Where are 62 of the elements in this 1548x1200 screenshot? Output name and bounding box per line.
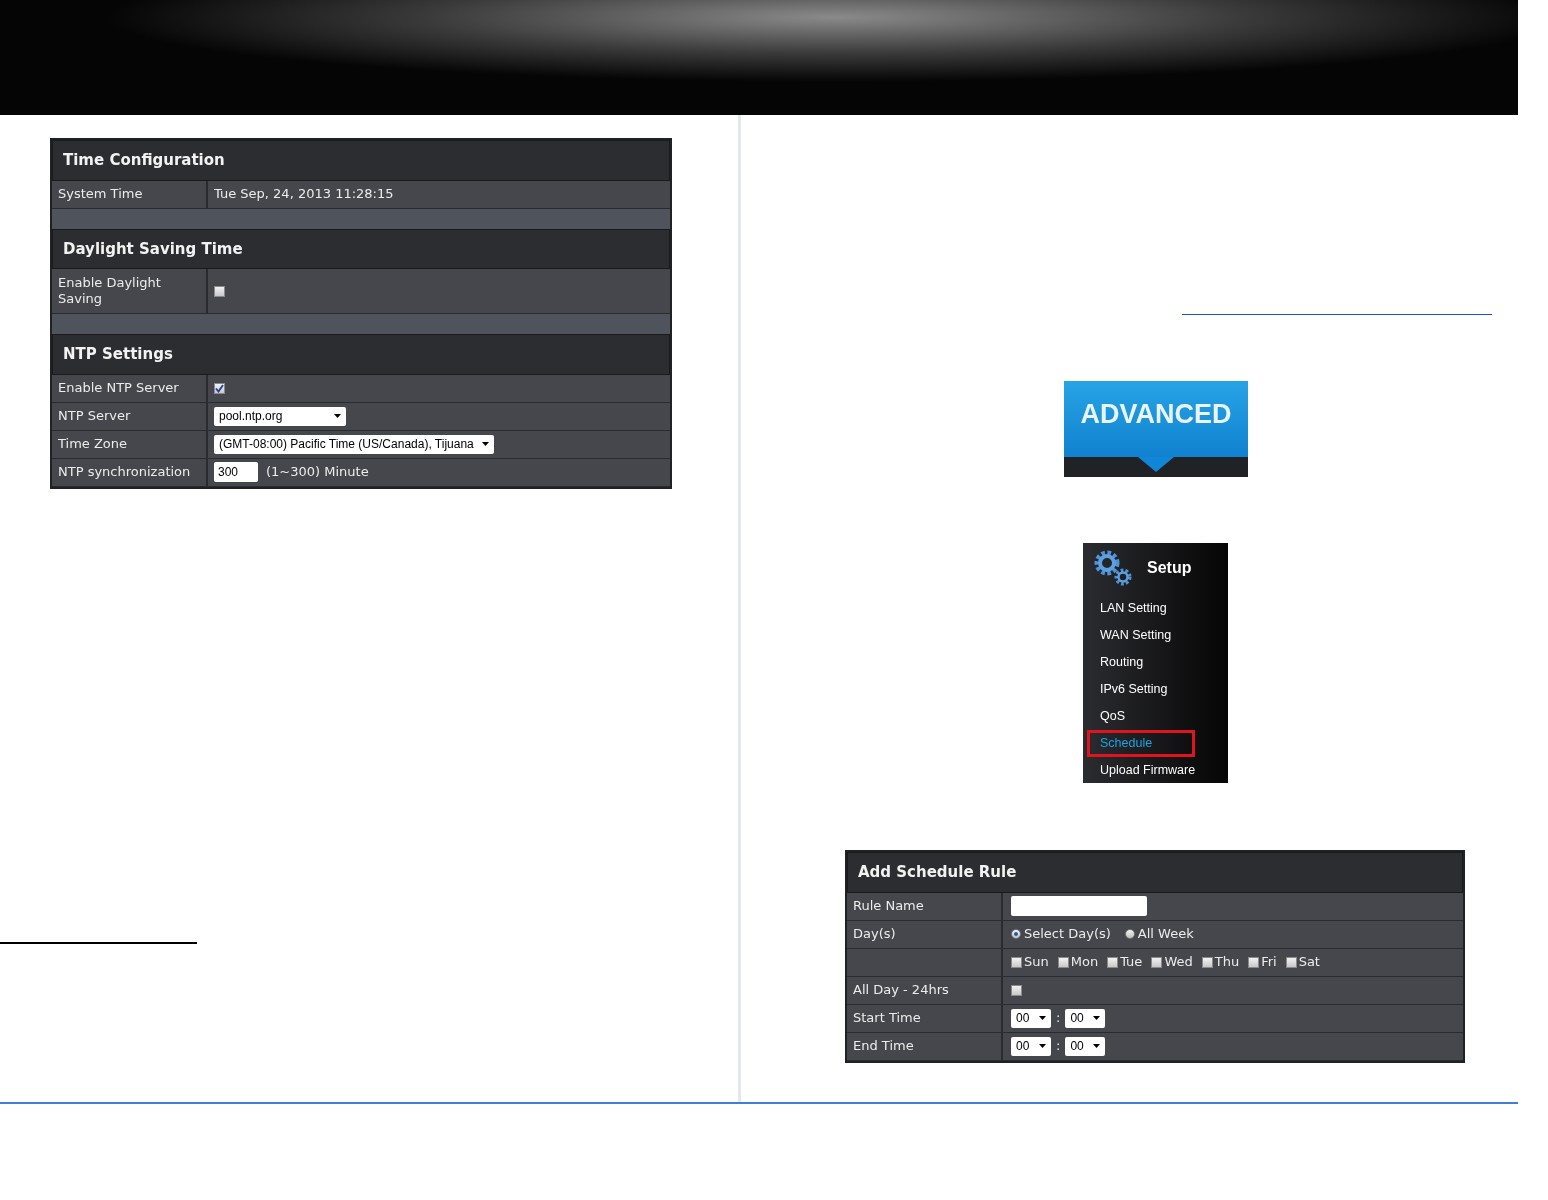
section-title: Add Schedule Rule — [847, 852, 1463, 893]
menu-item[interactable]: QoS — [1087, 703, 1195, 730]
menu-item[interactable]: Upload Firmware — [1087, 757, 1205, 784]
rule-name-field[interactable] — [1011, 896, 1147, 916]
menu-item[interactable]: LAN Setting — [1087, 595, 1195, 622]
menu-item[interactable]: Routing — [1087, 649, 1195, 676]
text-field[interactable]: 300 — [214, 462, 258, 482]
field-label: Enable NTP Server — [52, 374, 208, 402]
menu-item[interactable]: IPv6 Setting — [1087, 676, 1195, 703]
menu-item[interactable]: WAN Setting — [1087, 622, 1195, 649]
caret-icon — [1039, 1044, 1046, 1048]
field-value: Tue Sep, 24, 2013 11:28:15 — [214, 185, 394, 204]
day-label: Sun — [1024, 953, 1049, 972]
hour-select[interactable]: 00 — [1011, 1036, 1051, 1056]
section-title: Time Configuration — [52, 140, 670, 181]
day-label: Mon — [1070, 953, 1099, 972]
checkbox[interactable] — [214, 285, 225, 297]
field-label: Rule Name — [847, 892, 1003, 920]
day-label: Wed — [1164, 953, 1193, 972]
caret-icon — [1039, 1016, 1046, 1020]
checkbox[interactable] — [1248, 956, 1260, 968]
day-label: Fri — [1261, 953, 1277, 972]
caret-icon — [1093, 1044, 1101, 1048]
gears-icon — [1093, 549, 1133, 587]
field-label: Day(s) — [847, 920, 1003, 948]
checkbox[interactable] — [1285, 956, 1297, 968]
section-title: Daylight Saving Time — [52, 228, 670, 269]
field-label: NTP synchronization — [52, 458, 208, 486]
checkbox[interactable] — [1151, 956, 1163, 968]
field-label: Time Zone — [52, 430, 208, 458]
checkbox[interactable] — [214, 382, 225, 394]
caret-icon — [481, 442, 489, 446]
section-title: NTP Settings — [52, 334, 670, 375]
day-label: Sat — [1298, 953, 1320, 972]
checkbox[interactable] — [1011, 984, 1022, 996]
field-label: System Time — [52, 180, 208, 208]
menu-item[interactable]: Schedule — [1087, 730, 1195, 757]
hour-select[interactable]: 00 — [1011, 1008, 1051, 1028]
dropdown-select[interactable]: pool.ntp.org — [214, 406, 346, 426]
option-label: Select Day(s) — [1024, 925, 1111, 944]
checkbox[interactable] — [1057, 956, 1069, 968]
dropdown-select[interactable]: (GMT-08:00) Pacific Time (US/Canada), Tijuana — [214, 434, 494, 454]
checkbox[interactable] — [1107, 956, 1119, 968]
caret-icon — [334, 414, 341, 418]
time-separator: : — [1056, 1037, 1061, 1056]
checkbox[interactable] — [1201, 956, 1213, 968]
field-label: All Day - 24hrs — [847, 976, 1003, 1004]
radio-button[interactable] — [1011, 929, 1021, 939]
option-label: All Week — [1137, 925, 1194, 944]
caret-icon — [1093, 1016, 1101, 1020]
menu-title: Setup — [1147, 558, 1192, 578]
time-separator: : — [1056, 1009, 1061, 1028]
unit-hint: (1~300) Minute — [266, 463, 369, 482]
day-label: Thu — [1214, 953, 1240, 972]
radio-button[interactable] — [1124, 929, 1135, 939]
minute-select[interactable]: 00 — [1065, 1036, 1106, 1056]
day-label: Tue — [1120, 953, 1143, 972]
minute-select[interactable]: 00 — [1065, 1008, 1106, 1028]
checkbox[interactable] — [1011, 956, 1022, 968]
field-label: NTP Server — [52, 402, 208, 430]
field-label: Start Time — [847, 1004, 1003, 1032]
field-label: End Time — [847, 1032, 1003, 1060]
